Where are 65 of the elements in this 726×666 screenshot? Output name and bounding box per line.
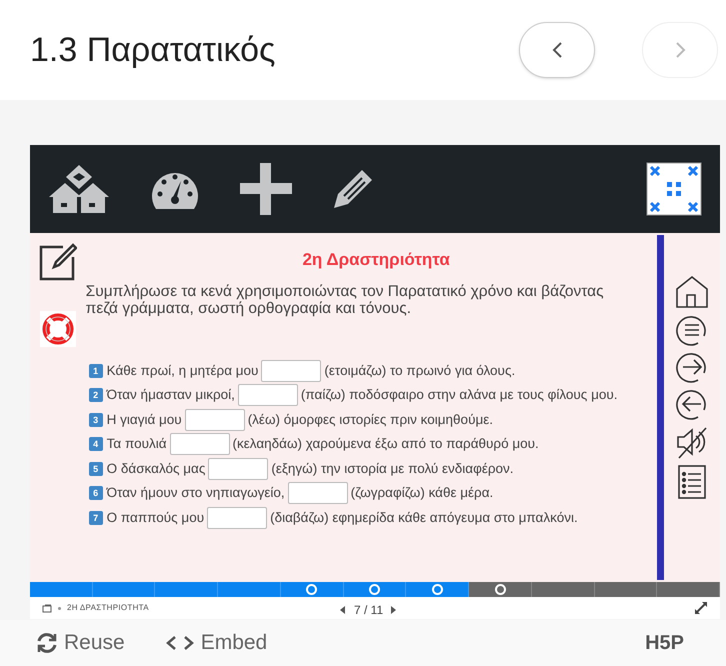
menu-icon[interactable]	[676, 314, 708, 346]
sentence-text: (λέω) όμορφες ιστορίες πριν κοιμηθούμε.	[248, 412, 493, 426]
number-badge: 3	[88, 412, 103, 427]
number-badge: 4	[88, 437, 103, 452]
number-badge: 2	[88, 388, 103, 402]
slide-counter: 7 / 11	[354, 602, 384, 619]
sentence-text: (ετοιμάζω) το πρωινό για όλους.	[324, 362, 516, 378]
sentence-text: Ο παππούς μου	[106, 510, 204, 524]
sentence-text: Η γιαγιά μου	[106, 412, 182, 426]
h5p-logo[interactable]: H5P	[645, 628, 684, 658]
sentence-text: (διαβάζω) εφημερίδα κάθε απόγευμα στο μπαλκόνι.	[270, 510, 578, 524]
progress-segment[interactable]	[469, 582, 532, 597]
answer-field[interactable]	[170, 433, 230, 456]
answer-field[interactable]	[208, 458, 268, 480]
back-icon[interactable]	[676, 388, 708, 420]
answer-field[interactable]	[207, 506, 268, 529]
reuse-button[interactable]: Reuse	[36, 627, 125, 659]
sentence-text: (παίζω) ποδόσφαιρο στην αλάνα με τους φίλους μου.	[300, 387, 618, 402]
answer-field[interactable]	[238, 384, 298, 406]
bullet-icon	[58, 606, 61, 610]
instruction-text: Συμπλήρωσε τα κενά χρησιμοποιώντας τον Παρατατικό χρόνο και βάζοντας πεζά γράμματα, σωστή ορθογραφία και τόνους.	[86, 282, 605, 316]
sentence-text: Όταν ήμασταν μικροί,	[106, 387, 235, 402]
slide-marker-icon	[432, 584, 443, 595]
number-badge: 1	[88, 364, 103, 378]
home-icon[interactable]	[675, 275, 710, 309]
progress-segment[interactable]	[280, 582, 344, 597]
slides-icon[interactable]	[42, 604, 52, 612]
embed-button[interactable]: Embed	[164, 627, 268, 659]
next-slide-icon[interactable]	[391, 606, 398, 614]
previous-slide-icon[interactable]	[340, 606, 346, 614]
list-icon[interactable]	[677, 464, 708, 500]
note-edit-icon[interactable]	[38, 243, 77, 281]
answer-field[interactable]	[261, 360, 322, 382]
sentence-text: Τα πουλιά	[106, 436, 167, 451]
sentence-text: (κελαηδάω) χαρούμενα έξω από το παράθυρό μου.	[232, 436, 539, 451]
forward-icon[interactable]	[676, 351, 708, 383]
number-badge: 5	[88, 462, 103, 476]
sentence-text: (ζωγραφίζω) κάθε μέρα.	[350, 485, 494, 500]
sentence-text: Όταν ήμουν στο νηπιαγωγείο,	[106, 485, 285, 500]
answer-field[interactable]	[288, 482, 348, 504]
houses-icon[interactable]	[48, 163, 110, 215]
sentence-text: (εξηγώ) την ιστορία με πολύ ενδιαφέρον.	[271, 460, 514, 476]
mute-icon[interactable]	[676, 425, 708, 459]
expand-icon[interactable]	[694, 601, 708, 615]
chevron-right-icon	[674, 41, 686, 59]
pencil-icon[interactable]	[332, 168, 374, 210]
slide-title: 2Η ΔΡΑΣΤΗΡΙΟΤΗΤΑ	[67, 602, 149, 614]
number-badge: 6	[88, 486, 103, 500]
lifebuoy-icon[interactable]	[40, 311, 76, 347]
activity-title: 2η Δραστηριότητα	[301, 249, 451, 271]
page-title: 1.3 Παρατατικός	[30, 30, 276, 70]
slide-marker-icon	[306, 584, 318, 595]
code-icon	[164, 635, 195, 651]
answer-field[interactable]	[184, 408, 245, 431]
refresh-icon	[36, 632, 58, 654]
progress-segment[interactable]	[406, 582, 470, 597]
fullscreen-icon[interactable]	[646, 162, 702, 216]
sentence-text: Κάθε πρωί, η μητέρα μου	[106, 362, 258, 378]
chevron-left-icon	[550, 41, 564, 59]
progress-segment[interactable]	[344, 582, 406, 597]
number-badge: 7	[88, 510, 103, 525]
slide-marker-icon	[494, 584, 506, 595]
plus-icon[interactable]	[240, 163, 292, 215]
slide-marker-icon	[369, 584, 380, 595]
sentence-text: Ο δάσκαλός μας	[106, 460, 206, 476]
